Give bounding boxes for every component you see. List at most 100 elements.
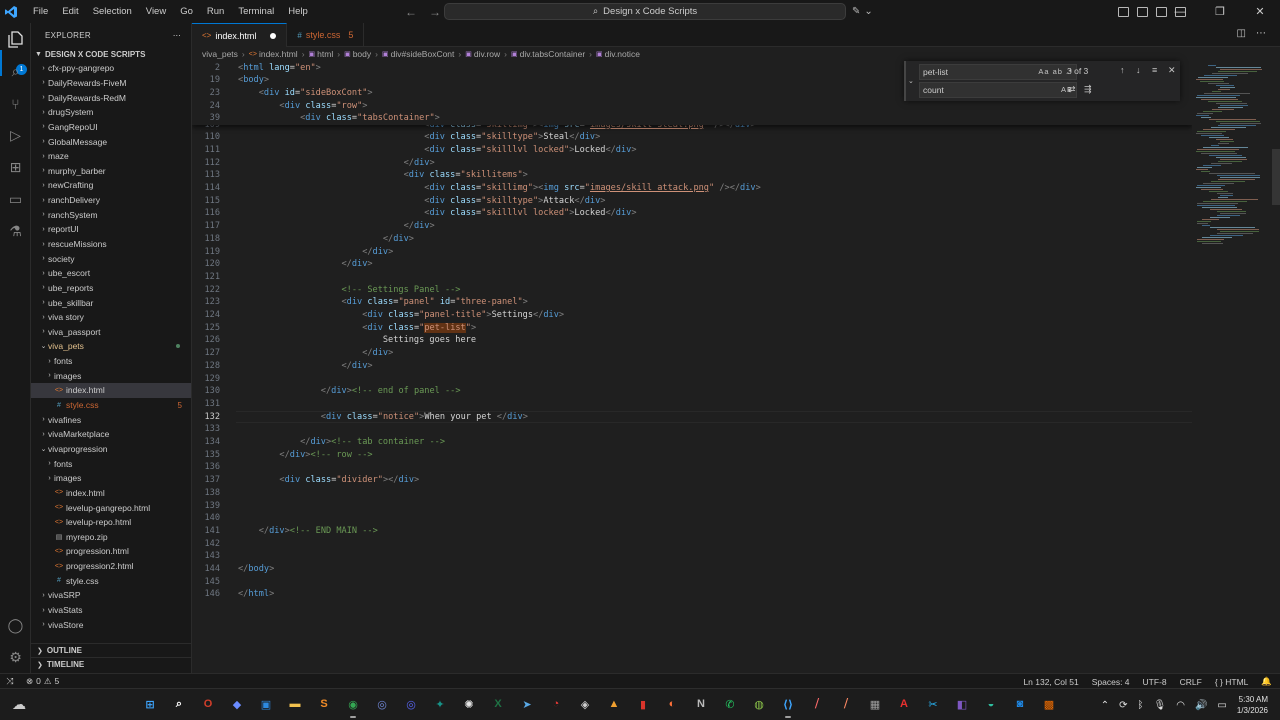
code-line[interactable]: 123 <div class="panel" id="three-panel"> [192,296,1192,309]
copilot-controls[interactable]: ✎ ⌄ [852,0,873,23]
folder-item[interactable]: › rescueMissions [31,237,191,252]
folder-item[interactable]: › vivaStats [31,603,191,618]
edge-icon[interactable]: ◒ [979,692,1003,716]
todo-icon[interactable]: ▮ [631,692,655,716]
folder-item[interactable]: › GlobalMessage [31,134,191,149]
close-icon[interactable]: ✕ [1168,65,1176,76]
minimap[interactable] [1192,61,1280,673]
folder-item[interactable]: › ranchDelivery [31,193,191,208]
battery-icon[interactable]: ▭ [1217,700,1226,711]
file-item[interactable]: <> index.html [31,383,191,398]
replace-all-icon[interactable]: ⇶ [1084,84,1092,95]
sync-icon[interactable]: ⟳ [1119,700,1127,711]
wifi-icon[interactable]: ◠ [1176,700,1185,711]
end-of-line[interactable]: CRLF [1180,677,1202,687]
toggle-replace-icon[interactable]: ⌄ [908,77,914,85]
problems-indicator[interactable]: ⊗ 0 ⚠ 5 [26,676,59,687]
folder-item[interactable]: › drugSystem [31,105,191,120]
folder-item[interactable]: › fonts [31,354,191,369]
folder-item[interactable]: › cfx-ppy-gangrepo [31,61,191,76]
back-arrow-icon[interactable]: ← [405,5,417,19]
next-match-icon[interactable]: ↓ [1136,65,1141,75]
tool-icon[interactable]: ⧸ [805,692,829,716]
folder-item[interactable]: › society [31,251,191,266]
snip-icon[interactable]: ✂ [921,692,945,716]
code-line[interactable]: 144 </body> [192,563,1192,576]
file-item[interactable]: <> progression.html [31,544,191,559]
settings-gear-icon[interactable]: ⚙ [7,649,24,666]
more-actions-icon[interactable]: ⋯ [173,31,181,40]
scrollbar-thumb[interactable] [1272,149,1280,205]
show-hidden-icons-icon[interactable]: ⌃ [1101,700,1109,711]
maximize-button[interactable]: ❐ [1200,5,1240,18]
app-icon[interactable]: ◔ [544,692,568,716]
code-line[interactable]: 39 <div class="tabsContainer"> [192,112,1192,125]
breadcrumb-item[interactable]: viva_pets [202,49,238,59]
code-line[interactable]: 141 </div><!-- END MAIN --> [192,525,1192,538]
excel-icon[interactable]: X [486,692,510,716]
find-input[interactable]: pet-list Aa ab .* [919,64,1077,80]
copilot-icon[interactable]: ◆ [225,692,249,716]
forward-arrow-icon[interactable]: → [429,5,441,19]
code-line[interactable]: 133 [192,423,1192,436]
code-line[interactable]: 134 </div><!-- tab container --> [192,436,1192,449]
code-line[interactable]: 111 <div class="skilllvl locked">Locked<… [192,144,1192,157]
breadcrumb-item[interactable]: index.html [259,49,298,59]
breadcrumb-item[interactable]: body [353,49,371,59]
code-line[interactable]: 122 <!-- Settings Panel --> [192,284,1192,297]
code-line[interactable]: 119 </div> [192,246,1192,259]
steam-icon[interactable]: ➤ [515,692,539,716]
rockstar-icon[interactable]: ◈ [573,692,597,716]
chrome-icon[interactable]: ◉ [341,692,365,718]
file-explorer-icon[interactable]: ▬ [283,692,307,716]
windows-start-icon[interactable]: ⊞ [138,692,162,716]
remote-indicator-icon[interactable]: ⤨ [0,676,20,687]
vertical-scrollbar[interactable] [1272,61,1280,673]
previous-match-icon[interactable]: ↑ [1120,65,1125,75]
code-line[interactable]: 118 </div> [192,233,1192,246]
code-line[interactable]: 139 [192,500,1192,513]
mapping-icon[interactable]: ◍ [747,692,771,716]
folder-item[interactable]: › vivafines [31,412,191,427]
menu-edit[interactable]: Edit [55,0,85,23]
folder-item[interactable]: › maze [31,149,191,164]
menu-terminal[interactable]: Terminal [231,0,281,23]
file-item[interactable]: ▤ myrepo.zip [31,530,191,545]
folder-item[interactable]: › images [31,471,191,486]
weather-widget-icon[interactable]: ☁ [12,696,26,713]
remote-explorer-icon[interactable]: ▭ [7,191,24,208]
code-line[interactable]: 124 <div class="panel-title">Settings</d… [192,309,1192,322]
source-control-icon[interactable]: ⑂ [7,95,24,112]
folder-item[interactable]: › images [31,368,191,383]
code-line[interactable]: 140 [192,512,1192,525]
code-line[interactable]: 128 </div> [192,360,1192,373]
code-line[interactable]: 115 <div class="skilltype">Attack</div> [192,195,1192,208]
folder-item[interactable]: › ube_skillbar [31,295,191,310]
folder-item[interactable]: › murphy_barber [31,163,191,178]
menu-selection[interactable]: Selection [86,0,139,23]
folder-item[interactable]: ⌄ viva_pets [31,339,191,354]
unsaved-dot-icon[interactable] [270,32,277,39]
breadcrumb-item[interactable]: div.tabsContainer [520,49,586,59]
opera-gx-icon[interactable]: O [196,692,220,716]
tool2-icon[interactable]: ⧸ [834,692,858,716]
clock[interactable]: 5:30 AM 1/3/2026 [1237,694,1268,716]
folder-item[interactable]: › fonts [31,456,191,471]
firefox-icon[interactable]: ◐ [660,692,684,716]
account-icon[interactable]: ◯ [7,617,24,634]
encoding[interactable]: UTF-8 [1143,677,1167,687]
command-center[interactable]: ⌕ Design x Code Scripts [444,3,846,20]
cursor-position[interactable]: Ln 132, Col 51 [1023,677,1078,687]
code-line[interactable]: 117 </div> [192,220,1192,233]
breadcrumb-item[interactable]: div.notice [605,49,640,59]
folder-item[interactable]: › vivaMarketplace [31,427,191,442]
photos-icon[interactable]: ◙ [1008,692,1032,716]
replace-input[interactable]: count AB [919,82,1077,98]
file-item[interactable]: # style.css [31,573,191,588]
folder-item[interactable]: › newCrafting [31,178,191,193]
bluetooth-icon[interactable]: ᛒ [1138,700,1144,711]
code-line[interactable]: 112 </div> [192,157,1192,170]
code-line[interactable]: 125 <div class="pet-list"> [192,322,1192,335]
minimize-button[interactable]: — [1160,6,1200,18]
notion-icon[interactable]: N [689,692,713,716]
